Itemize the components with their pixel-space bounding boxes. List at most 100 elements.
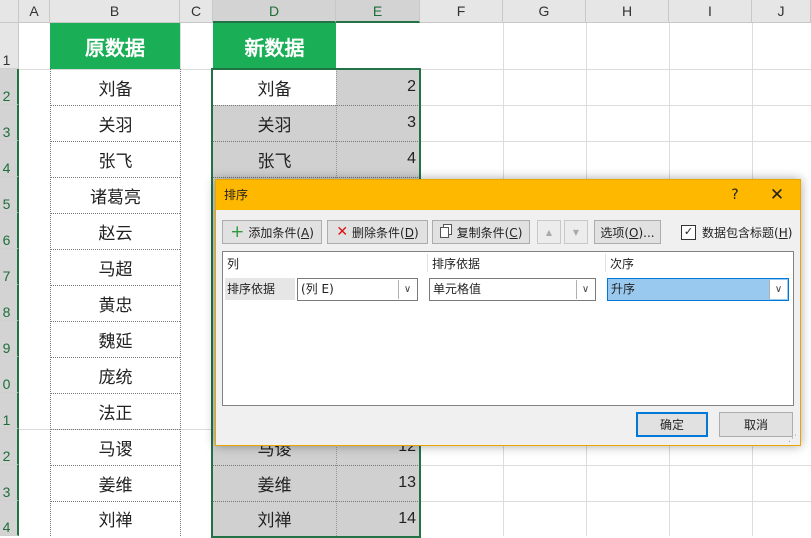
- original-name-cell[interactable]: 刘备: [51, 69, 180, 105]
- column-header-j[interactable]: J: [752, 0, 811, 23]
- move-down-button[interactable]: ▼: [564, 220, 588, 244]
- label-text: 数据包含标题(: [702, 225, 779, 240]
- access-key: C: [509, 225, 518, 240]
- row-header-8[interactable]: 8: [0, 285, 19, 321]
- row-header-9[interactable]: 9: [0, 321, 19, 357]
- original-name-cell[interactable]: 法正: [51, 393, 180, 429]
- row-number: 4: [2, 160, 11, 176]
- row-number: 9: [2, 340, 11, 356]
- cell-border: [50, 393, 180, 394]
- row-number: 4: [2, 519, 11, 535]
- row-header-4[interactable]: 4: [0, 141, 19, 177]
- row-number: 8: [2, 304, 11, 320]
- sort-level-label: 排序依据: [225, 278, 295, 300]
- row-number: 1: [2, 52, 11, 68]
- has-headers-option[interactable]: ✓ 数据包含标题(H): [681, 220, 792, 244]
- label-text: )...: [638, 225, 655, 240]
- cell-border: [50, 285, 180, 286]
- row-header-14[interactable]: 4: [0, 501, 19, 536]
- column-header-c[interactable]: C: [180, 0, 213, 23]
- cell-border: [50, 141, 180, 142]
- column-header-a[interactable]: A: [19, 0, 50, 23]
- original-name-cell[interactable]: 庞统: [51, 357, 180, 393]
- row-header-10[interactable]: 0: [0, 357, 19, 393]
- select-all-corner[interactable]: [0, 0, 19, 23]
- column-header-g[interactable]: G: [503, 0, 586, 23]
- chevron-down-icon[interactable]: ∨: [576, 280, 594, 299]
- column-header-f[interactable]: F: [420, 0, 503, 23]
- access-key: H: [778, 225, 788, 240]
- sort-on-select[interactable]: 单元格值 ∨: [429, 278, 596, 301]
- original-name-cell[interactable]: 关羽: [51, 105, 180, 141]
- has-headers-checkbox[interactable]: ✓: [681, 224, 696, 240]
- cell-border: [50, 501, 180, 502]
- access-key: O: [629, 225, 639, 240]
- add-condition-label: 添加条件(A): [248, 224, 314, 241]
- column-select[interactable]: (列 E) ∨: [297, 278, 418, 301]
- copy-condition-button[interactable]: 复制条件(C): [432, 220, 530, 244]
- label-text: ): [787, 225, 793, 240]
- order-header: 次序: [610, 257, 635, 271]
- row-header-12[interactable]: 2: [0, 429, 19, 465]
- original-name-cell[interactable]: 黄忠: [51, 285, 180, 321]
- row-header-13[interactable]: 3: [0, 465, 19, 501]
- resize-grip-icon[interactable]: ⋰: [788, 434, 797, 444]
- move-up-button[interactable]: ▲: [537, 220, 561, 244]
- cell-border: [50, 357, 180, 358]
- row-number: 6: [2, 232, 11, 248]
- chevron-down-icon[interactable]: ∨: [398, 280, 416, 299]
- cell-border: [50, 249, 180, 250]
- chevron-down-icon[interactable]: ∨: [769, 280, 787, 299]
- close-button[interactable]: ✕: [762, 180, 792, 210]
- column-header-b[interactable]: B: [50, 0, 180, 23]
- original-name-cell[interactable]: 马谡: [51, 429, 180, 465]
- cell-border: [180, 69, 181, 536]
- copy-icon: [439, 223, 453, 241]
- column-header-d[interactable]: D: [213, 0, 336, 23]
- row-header-6[interactable]: 6: [0, 213, 19, 249]
- sort-on-select-value: 单元格值: [433, 282, 482, 296]
- dialog-title: 排序: [224, 188, 249, 202]
- order-select-value: 升序: [611, 282, 636, 296]
- original-name-cell[interactable]: 张飞: [51, 141, 180, 177]
- delete-condition-button[interactable]: ✕ 删除条件(D): [327, 220, 428, 244]
- column-header-h[interactable]: H: [586, 0, 669, 23]
- new-data-header[interactable]: 新数据: [213, 23, 336, 69]
- row-header-11[interactable]: 1: [0, 393, 19, 429]
- has-headers-label: 数据包含标题(H): [702, 224, 792, 241]
- add-condition-button[interactable]: + 添加条件(A): [222, 220, 322, 244]
- order-select[interactable]: 升序 ∨: [607, 278, 789, 301]
- help-button[interactable]: ?: [720, 180, 750, 210]
- column-header-i[interactable]: I: [669, 0, 752, 23]
- dialog-titlebar[interactable]: 排序 ? ✕: [216, 180, 800, 210]
- column-header-e[interactable]: E: [336, 0, 420, 23]
- row-number: 1: [2, 412, 11, 428]
- original-name-cell[interactable]: 姜维: [51, 465, 180, 501]
- access-key: D: [404, 225, 414, 240]
- label-text: ): [517, 225, 523, 240]
- original-name-cell[interactable]: 马超: [51, 249, 180, 285]
- plus-icon: +: [230, 222, 245, 242]
- original-name-cell[interactable]: 魏延: [51, 321, 180, 357]
- original-name-cell[interactable]: 赵云: [51, 213, 180, 249]
- cell-border: [50, 321, 180, 322]
- row-number: 5: [2, 196, 11, 212]
- original-data-header[interactable]: 原数据: [50, 23, 180, 69]
- row-header-5[interactable]: 5: [0, 177, 19, 213]
- cell-border: [50, 177, 180, 178]
- ok-button[interactable]: 确定: [636, 412, 708, 437]
- original-name-cell[interactable]: 刘禅: [51, 501, 180, 536]
- row-header-2[interactable]: 2: [0, 69, 19, 105]
- row-number: 2: [2, 88, 11, 104]
- cancel-button[interactable]: 取消: [719, 412, 793, 437]
- row-number: 2: [2, 448, 11, 464]
- label-text: 复制条件(: [456, 225, 510, 240]
- column-header: 列: [227, 257, 240, 271]
- original-name-cell[interactable]: 诸葛亮: [51, 177, 180, 213]
- options-button[interactable]: 选项(O)...: [594, 220, 661, 244]
- row-header-3[interactable]: 3: [0, 105, 19, 141]
- gridline: [180, 23, 181, 69]
- row-header-7[interactable]: 7: [0, 249, 19, 285]
- row-header-1[interactable]: 1: [0, 23, 19, 69]
- options-label: 选项(O)...: [600, 224, 654, 241]
